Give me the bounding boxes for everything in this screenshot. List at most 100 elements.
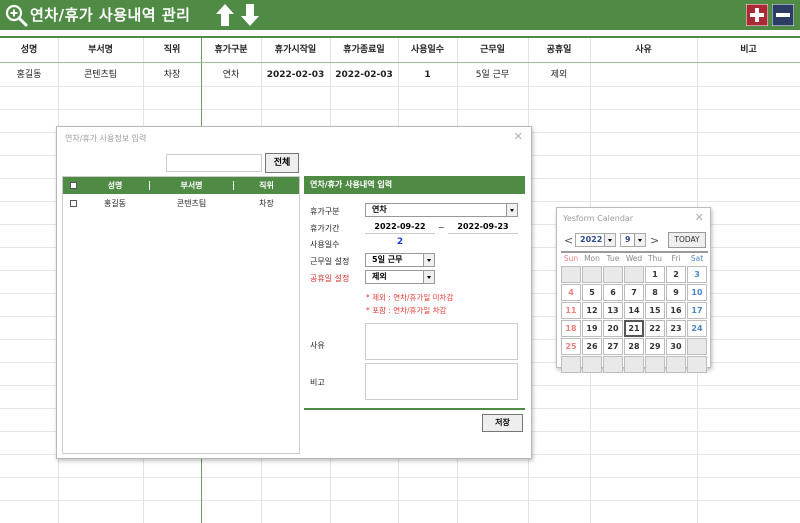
reason-textarea[interactable] xyxy=(365,323,518,360)
calendar-day[interactable]: 17 xyxy=(687,302,707,319)
minus-icon[interactable] xyxy=(772,4,794,26)
year-select[interactable]: 2022 xyxy=(575,233,616,247)
cell-holiday[interactable]: 제외 xyxy=(528,64,590,86)
show-all-button[interactable]: 전체 xyxy=(265,153,299,173)
calendar-day[interactable]: 29 xyxy=(645,338,665,355)
header-workdays[interactable]: 근무일 xyxy=(457,38,528,63)
cell-days-used[interactable]: 1 xyxy=(398,64,457,86)
close-icon[interactable]: ✕ xyxy=(695,211,704,224)
cell-leave-type[interactable]: 연차 xyxy=(201,64,261,86)
cell-start-date[interactable]: 2022-02-03 xyxy=(261,64,330,86)
calendar-day[interactable]: 1 xyxy=(645,266,665,283)
calendar-empty-cell xyxy=(624,356,644,373)
header-name[interactable]: 성명 xyxy=(0,38,58,63)
calendar-day[interactable]: 13 xyxy=(603,302,623,319)
calendar-day[interactable]: 25 xyxy=(561,338,581,355)
next-month-button[interactable]: > xyxy=(650,234,659,247)
today-button[interactable]: TODAY xyxy=(668,232,706,248)
header-leave-type[interactable]: 휴가구분 xyxy=(201,38,261,63)
chevron-down-icon[interactable] xyxy=(506,204,517,216)
chevron-down-icon[interactable] xyxy=(604,234,615,246)
calendar-day[interactable]: 4 xyxy=(561,284,581,301)
calendar-day[interactable]: 8 xyxy=(645,284,665,301)
calendar-day[interactable]: 9 xyxy=(666,284,686,301)
weekday-label: Tue xyxy=(606,254,620,263)
label-remark: 비고 xyxy=(310,378,325,387)
grid-line xyxy=(0,500,800,501)
workday-select[interactable]: 5일 근무 xyxy=(365,253,435,267)
calendar-day[interactable]: 26 xyxy=(582,338,602,355)
chevron-down-icon[interactable] xyxy=(423,254,434,266)
list-name[interactable]: 홍길동 xyxy=(81,197,149,211)
calendar-day[interactable]: 2 xyxy=(666,266,686,283)
form-divider xyxy=(304,408,525,410)
chevron-down-icon[interactable] xyxy=(634,234,645,246)
header-holiday[interactable]: 공휴일 xyxy=(528,38,590,63)
cell-workdays[interactable]: 5일 근무 xyxy=(457,64,528,86)
calendar-day[interactable]: 14 xyxy=(624,302,644,319)
close-icon[interactable]: ✕ xyxy=(514,130,523,143)
calendar-day[interactable]: 28 xyxy=(624,338,644,355)
zoom-in-icon[interactable] xyxy=(4,3,28,27)
cell-department[interactable]: 콘텐츠팀 xyxy=(58,64,143,86)
arrow-down-icon[interactable] xyxy=(240,3,260,27)
leave-input-dialog: 연차/휴가 사용정보 입력 ✕ 전체 성명 부서명 직위 홍길동 콘텐츠팀 차장… xyxy=(56,126,532,459)
calendar-day[interactable]: 23 xyxy=(666,320,686,337)
header-start-date[interactable]: 휴가시작일 xyxy=(261,38,330,63)
workday-value: 5일 근무 xyxy=(372,255,403,264)
start-date-field[interactable]: 2022-09-22 xyxy=(365,220,435,234)
save-button[interactable]: 저장 xyxy=(482,414,523,432)
calendar-day[interactable]: 20 xyxy=(603,320,623,337)
calendar-day[interactable]: 22 xyxy=(645,320,665,337)
chevron-down-icon[interactable] xyxy=(423,271,434,283)
calendar-day[interactable]: 24 xyxy=(687,320,707,337)
row-checkbox[interactable] xyxy=(70,200,77,207)
header-department[interactable]: 부서명 xyxy=(58,38,143,63)
calendar-day[interactable]: 11 xyxy=(561,302,581,319)
cell-name[interactable]: 홍길동 xyxy=(0,64,58,86)
header-days-used[interactable]: 사용일수 xyxy=(398,38,457,63)
grid-header: 성명 부서명 직위 휴가구분 휴가시작일 휴가종료일 사용일수 근무일 공휴일 … xyxy=(0,36,800,63)
search-input[interactable] xyxy=(166,154,262,172)
calendar-day[interactable]: 30 xyxy=(666,338,686,355)
remark-textarea[interactable] xyxy=(365,363,518,400)
list-position[interactable]: 차장 xyxy=(234,197,299,211)
calendar-day[interactable]: 10 xyxy=(687,284,707,301)
cell-reason[interactable] xyxy=(590,64,697,86)
select-all-checkbox[interactable] xyxy=(70,182,77,189)
calendar-day[interactable]: 27 xyxy=(603,338,623,355)
leave-form: 연차/휴가 사용내역 입력 휴가구분 연차 휴가기간 2022-09-22 ~ … xyxy=(304,176,525,456)
calendar-day[interactable]: 7 xyxy=(624,284,644,301)
calendar-day[interactable]: 12 xyxy=(582,302,602,319)
app-root: 연차/휴가 사용내역 관리 성명 부서명 직위 휴가구분 휴가시작일 휴가종료일… xyxy=(0,0,800,523)
weekday-label: Mon xyxy=(584,254,600,263)
list-department[interactable]: 콘텐츠팀 xyxy=(150,197,233,211)
month-select[interactable]: 9 xyxy=(620,233,646,247)
calendar-day[interactable]: 19 xyxy=(582,320,602,337)
end-date-field[interactable]: 2022-09-23 xyxy=(448,220,518,234)
arrow-up-icon[interactable] xyxy=(215,3,235,27)
header-reason[interactable]: 사유 xyxy=(590,38,697,63)
prev-month-button[interactable]: < xyxy=(564,234,573,247)
calendar-empty-cell xyxy=(603,356,623,373)
calendar-day[interactable]: 5 xyxy=(582,284,602,301)
cell-end-date[interactable]: 2022-02-03 xyxy=(330,64,398,86)
calendar-day[interactable]: 15 xyxy=(645,302,665,319)
leave-type-select[interactable]: 연차 xyxy=(365,203,518,217)
plus-icon[interactable] xyxy=(746,4,768,26)
calendar-day[interactable]: 21 xyxy=(624,320,644,337)
holiday-select[interactable]: 제외 xyxy=(365,270,435,284)
calendar-empty-cell xyxy=(645,356,665,373)
header-position[interactable]: 직위 xyxy=(143,38,201,63)
header-remark[interactable]: 비고 xyxy=(697,38,800,63)
calendar-day[interactable]: 18 xyxy=(561,320,581,337)
header-end-date[interactable]: 휴가종료일 xyxy=(330,38,398,63)
year-value: 2022 xyxy=(580,235,603,244)
grid-line xyxy=(0,477,800,478)
calendar-day[interactable]: 3 xyxy=(687,266,707,283)
calendar-empty-cell xyxy=(582,356,602,373)
calendar-day[interactable]: 6 xyxy=(603,284,623,301)
cell-remark[interactable] xyxy=(697,64,800,86)
cell-position[interactable]: 차장 xyxy=(143,64,201,86)
calendar-day[interactable]: 16 xyxy=(666,302,686,319)
